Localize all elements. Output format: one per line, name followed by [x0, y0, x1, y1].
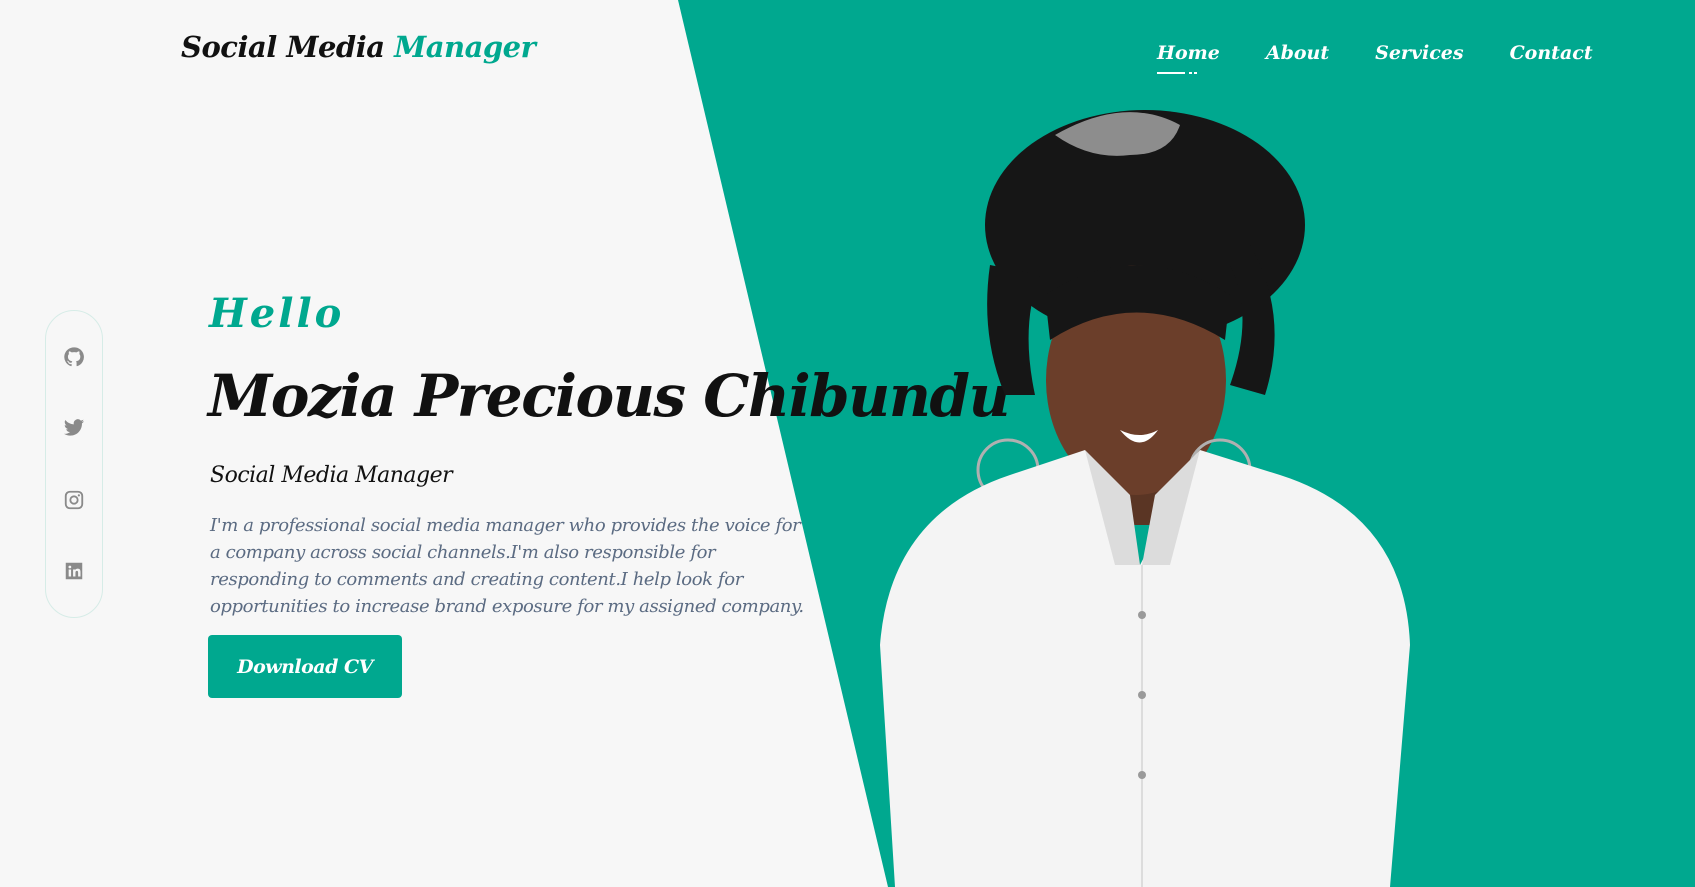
nav-item-services[interactable]: Services	[1375, 42, 1463, 64]
instagram-icon[interactable]	[63, 489, 85, 511]
nav-item-about[interactable]: About	[1266, 42, 1329, 64]
main-nav: Home About Services Contact	[1157, 42, 1593, 74]
nav-item-contact[interactable]: Contact	[1510, 42, 1593, 64]
hero-role: Social Media Manager	[210, 463, 453, 488]
logo-accent-text: Manager	[394, 30, 536, 64]
hero-greeting: Hello	[209, 290, 345, 337]
social-links-bar	[45, 310, 103, 618]
logo-primary-text: Social Media	[181, 30, 385, 64]
github-icon[interactable]	[63, 346, 85, 368]
twitter-icon[interactable]	[63, 417, 85, 439]
profile-photo	[880, 110, 1410, 887]
linkedin-icon[interactable]	[63, 560, 85, 582]
nav-item-home[interactable]: Home	[1157, 42, 1220, 74]
hero-bio: I'm a professional social media manager …	[210, 515, 804, 617]
site-logo[interactable]: Social Media Manager	[181, 30, 536, 64]
download-cv-button[interactable]: Download CV	[208, 635, 402, 698]
hero-teal-background	[678, 0, 1695, 887]
